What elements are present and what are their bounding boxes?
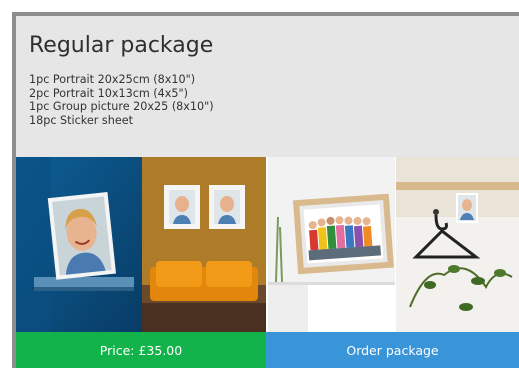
product-photo-strip xyxy=(16,157,519,332)
hanger-photo xyxy=(396,157,519,332)
package-items-list: 1pc Portrait 20x25cm (8x10") 2pc Portrai… xyxy=(29,73,214,127)
package-item: 18pc Sticker sheet xyxy=(29,113,133,127)
package-title: Regular package xyxy=(29,33,214,58)
package-actions: Price: £35.00 Order package xyxy=(16,332,519,368)
package-item: 2pc Portrait 10x13cm (4x5") xyxy=(29,86,189,100)
order-package-button[interactable]: Order package xyxy=(266,332,519,368)
package-item: 1pc Group picture 20x25 (8x10") xyxy=(29,100,214,113)
group-frame-photo xyxy=(268,157,395,332)
package-card: Regular package 1pc Portrait 20x25cm (8x… xyxy=(12,12,519,368)
price-button[interactable]: Price: £35.00 xyxy=(16,332,266,368)
wall-frames-photo xyxy=(142,157,266,332)
package-item: 1pc Portrait 20x25cm (8x10") xyxy=(29,73,196,86)
shelf-portrait-photo xyxy=(16,157,142,332)
